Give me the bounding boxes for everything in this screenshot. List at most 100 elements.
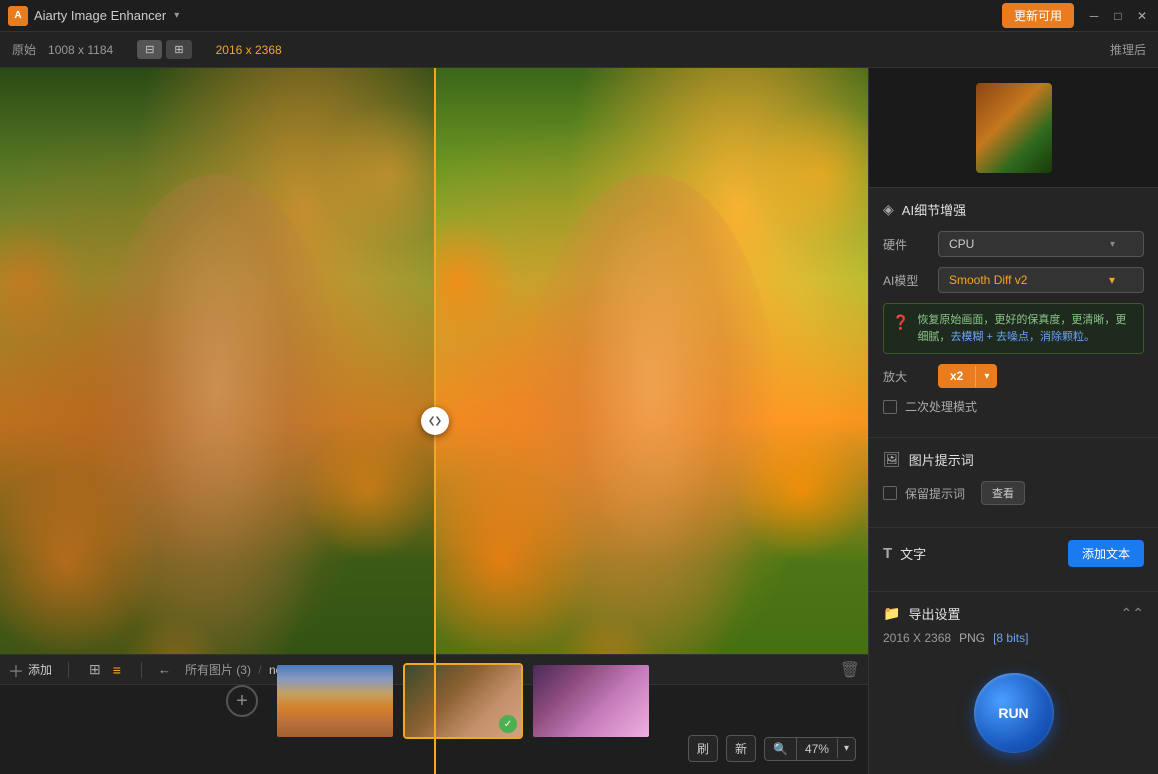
scale-control: x2 ▾ <box>938 364 1144 388</box>
text-section: T 文字 添加文本 <box>869 528 1158 592</box>
secondary-process-row: 二次处理模式 <box>883 398 1144 415</box>
side-by-side-icon: ⊞ <box>174 43 183 56</box>
hardware-dropdown-arrow: ▾ <box>1110 239 1115 250</box>
title-bar: A Aiarty Image Enhancer ▾ 更新可用 ─ □ ✕ <box>0 0 1158 32</box>
keep-hint-label: 保留提示词 <box>905 485 965 502</box>
preview-thumbnail-area <box>869 68 1158 188</box>
original-label: 原始 <box>12 41 36 58</box>
export-bits: [8 bits] <box>993 631 1028 645</box>
refresh-button[interactable]: 刷 <box>688 735 718 762</box>
model-hint-box: ❓ 恢复原始画面，更好的保真度，更清晰，更细腻，去模糊 + 去噪点，消除颗粒。 <box>883 303 1144 354</box>
list-view-button[interactable]: ≡ <box>109 659 125 680</box>
split-line[interactable] <box>434 68 436 774</box>
side-by-side-button[interactable]: ⊞ <box>166 40 191 59</box>
view-toggle-group: ⊟ ⊞ <box>137 40 191 59</box>
all-images-label: 所有图片 (3) <box>185 663 251 677</box>
close-button[interactable]: ✕ <box>1134 8 1150 24</box>
ai-model-select-container: Smooth Diff v2 ▾ <box>938 267 1144 293</box>
ai-enhance-header: ◈ AI细节增强 <box>883 200 1144 219</box>
back-arrow-icon[interactable]: ← <box>158 662 171 677</box>
image-hint-title: 图片提示词 <box>909 450 974 469</box>
keep-hint-row: 保留提示词 查看 <box>883 481 1144 505</box>
canvas-area: 刷 新 🔍 47% ▾ ＋ 添加 ⊞ ≡ ← <box>0 68 868 774</box>
new-button[interactable]: 新 <box>726 735 756 762</box>
scale-value: x2 <box>938 364 975 388</box>
keep-hint-checkbox[interactable] <box>883 486 897 500</box>
add-text-button[interactable]: 添加文本 <box>1068 540 1144 567</box>
export-collapse-button[interactable]: ⌃⌃ <box>1121 605 1144 622</box>
hardware-label: 硬件 <box>883 236 938 253</box>
canvas-controls: 刷 新 🔍 47% ▾ <box>688 735 856 762</box>
zoom-value: 47% <box>796 738 837 760</box>
split-view-button[interactable]: ⊟ <box>137 40 162 59</box>
maximize-button[interactable]: □ <box>1110 8 1126 24</box>
hint-text: 恢复原始画面，更好的保真度，更清晰，更细腻，去模糊 + 去噪点，消除颗粒。 <box>917 312 1135 345</box>
add-icon: ＋ <box>8 658 24 682</box>
zoom-dropdown-arrow[interactable]: ▾ <box>837 739 855 758</box>
add-file-button[interactable]: ＋ 添加 <box>8 658 52 682</box>
hardware-row: 硬件 CPU ▾ <box>883 231 1144 257</box>
scale-label: 放大 <box>883 368 938 385</box>
text-title: 文字 <box>900 544 926 563</box>
output-dimensions: 2016 x 2368 <box>216 43 282 57</box>
zoom-icon: 🔍 <box>765 738 796 760</box>
ai-model-row: AI模型 Smooth Diff v2 ▾ <box>883 267 1144 293</box>
export-header: 📁 导出设置 ⌃⌃ <box>883 604 1144 623</box>
app-title: Aiarty Image Enhancer <box>34 8 166 23</box>
minimize-button[interactable]: ─ <box>1086 8 1102 24</box>
scale-row: 放大 x2 ▾ <box>883 364 1144 388</box>
grid-view-button[interactable]: ⊞ <box>85 659 105 680</box>
export-info: 2016 X 2368 PNG [8 bits] <box>883 631 1144 645</box>
hardware-dropdown[interactable]: CPU ▾ <box>938 231 1144 257</box>
input-dimensions: 1008 x 1184 <box>48 43 113 57</box>
main-area: 刷 新 🔍 47% ▾ ＋ 添加 ⊞ ≡ ← <box>0 68 1158 774</box>
app-logo: A <box>8 6 28 26</box>
ai-model-dropdown-arrow: ▾ <box>1109 273 1115 287</box>
split-handle[interactable] <box>421 407 449 435</box>
filmstrip-item-3[interactable] <box>531 663 651 739</box>
hardware-select-container: CPU ▾ <box>938 231 1144 257</box>
text-section-header: T 文字 添加文本 <box>883 540 1144 567</box>
secondary-process-label: 二次处理模式 <box>905 398 977 415</box>
check-badge: ✓ <box>499 715 517 733</box>
zoom-control: 🔍 47% ▾ <box>764 737 856 761</box>
delete-button[interactable]: 🗑 <box>840 660 860 680</box>
export-section: 📁 导出设置 ⌃⌃ 2016 X 2368 PNG [8 bits] <box>869 592 1158 657</box>
window-controls: ─ □ ✕ <box>1086 8 1150 24</box>
inferred-label: 推理后 <box>1110 41 1146 58</box>
scale-dropdown[interactable]: x2 ▾ <box>938 364 997 388</box>
breadcrumb-separator: / <box>258 663 265 677</box>
split-view-icon: ⊟ <box>145 43 154 56</box>
image-hint-icon: 🖼 <box>883 451 901 468</box>
hint-highlight: 去模糊 + 去噪点，消除颗粒。 <box>950 331 1095 343</box>
run-button-container: RUN <box>869 657 1158 769</box>
export-title: 导出设置 <box>908 604 960 623</box>
update-button[interactable]: 更新可用 <box>1002 3 1074 28</box>
image-hint-section: 🖼 图片提示词 保留提示词 查看 <box>869 438 1158 528</box>
scale-arrow: ▾ <box>975 366 997 387</box>
add-label: 添加 <box>28 661 52 678</box>
right-panel: ◈ AI细节增强 硬件 CPU ▾ AI模型 Smooth Diff v <box>868 68 1158 774</box>
ai-enhance-title: AI细节增强 <box>902 200 966 219</box>
secondary-process-checkbox[interactable] <box>883 400 897 414</box>
top-toolbar: 原始 1008 x 1184 ⊟ ⊞ 2016 x 2368 推理后 <box>0 32 1158 68</box>
export-dimensions: 2016 X 2368 <box>883 631 951 645</box>
ai-enhance-icon: ◈ <box>883 201 894 218</box>
app-menu-arrow[interactable]: ▾ <box>174 10 179 21</box>
hardware-value: CPU <box>949 237 1110 251</box>
image-hint-header: 🖼 图片提示词 <box>883 450 1144 469</box>
preview-thumbnail <box>976 83 1052 173</box>
view-hint-button[interactable]: 查看 <box>981 481 1025 505</box>
text-icon: T <box>883 545 892 562</box>
ai-model-value: Smooth Diff v2 <box>949 273 1109 287</box>
run-button[interactable]: RUN <box>974 673 1054 753</box>
export-settings-icon: 📁 <box>883 605 900 622</box>
ai-model-dropdown[interactable]: Smooth Diff v2 ▾ <box>938 267 1144 293</box>
hint-icon: ❓ <box>892 314 909 345</box>
view-icons-group: ⊞ ≡ <box>85 659 125 680</box>
ai-model-label: AI模型 <box>883 272 938 289</box>
filmstrip-item-2[interactable]: ✓ <box>403 663 523 739</box>
ai-enhance-section: ◈ AI细节增强 硬件 CPU ▾ AI模型 Smooth Diff v <box>869 188 1158 438</box>
filmstrip-item-1[interactable] <box>275 663 395 739</box>
export-format: PNG <box>959 631 985 645</box>
